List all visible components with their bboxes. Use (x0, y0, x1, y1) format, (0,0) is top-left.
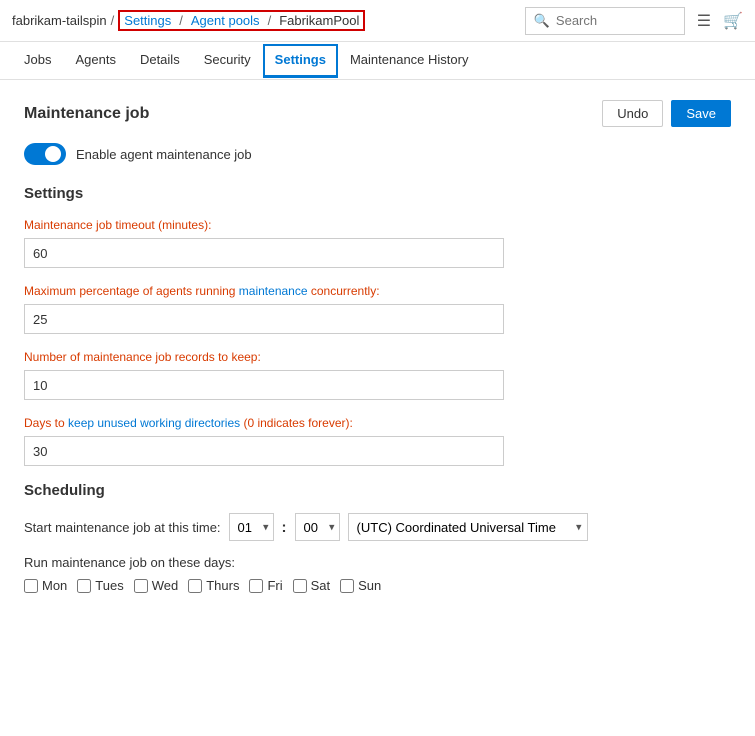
day-label-sun: Sun (358, 578, 381, 593)
checkbox-sat[interactable] (293, 579, 307, 593)
day-sat: Sat (293, 578, 331, 593)
field-days-keep: Days to keep unused working directories … (24, 416, 731, 466)
field-timeout: Maintenance job timeout (minutes): (24, 218, 731, 268)
settings-breadcrumb-link[interactable]: Settings (124, 13, 171, 28)
shopping-bag-button[interactable]: 🛒 (723, 11, 743, 31)
time-colon: : (282, 519, 287, 536)
run-days-label: Run maintenance job on these days: (24, 555, 731, 570)
input-timeout[interactable] (24, 238, 504, 268)
schedule-start-row: Start maintenance job at this time: 0102… (24, 513, 731, 541)
btn-group: Undo Save (602, 100, 731, 127)
search-input[interactable] (556, 13, 666, 28)
tab-bar: Jobs Agents Details Security Settings Ma… (0, 42, 755, 80)
agent-pools-breadcrumb-link[interactable]: Agent pools (191, 13, 260, 28)
day-label-wed: Wed (152, 578, 179, 593)
timezone-select-wrapper: (UTC) Coordinated Universal Time (UTC-05… (348, 513, 588, 541)
days-row: Mon Tues Wed Thurs Fri Sat Sun (24, 578, 731, 593)
minute-select-wrapper: 00153045 (295, 513, 340, 541)
day-label-fri: Fri (267, 578, 282, 593)
day-label-tues: Tues (95, 578, 123, 593)
section-header: Maintenance job Undo Save (24, 100, 731, 127)
checkbox-wed[interactable] (134, 579, 148, 593)
org-name: fabrikam-tailspin (12, 13, 107, 28)
day-label-mon: Mon (42, 578, 67, 593)
save-button[interactable]: Save (671, 100, 731, 127)
toggle-slider (24, 143, 66, 165)
input-max-pct[interactable] (24, 304, 504, 334)
checkbox-sun[interactable] (340, 579, 354, 593)
checkbox-tues[interactable] (77, 579, 91, 593)
minute-select[interactable]: 00153045 (295, 513, 340, 541)
day-mon: Mon (24, 578, 67, 593)
day-tues: Tues (77, 578, 123, 593)
field-records: Number of maintenance job records to kee… (24, 350, 731, 400)
day-label-thurs: Thurs (206, 578, 239, 593)
main-content: Maintenance job Undo Save Enable agent m… (0, 80, 755, 613)
breadcrumb-sep-3: / (268, 13, 272, 28)
day-thurs: Thurs (188, 578, 239, 593)
breadcrumb-sep-1: / (111, 13, 115, 28)
tab-jobs[interactable]: Jobs (12, 44, 63, 78)
section-title: Maintenance job (24, 105, 149, 123)
scheduling-heading: Scheduling (24, 482, 731, 499)
day-fri: Fri (249, 578, 282, 593)
checkbox-thurs[interactable] (188, 579, 202, 593)
tab-settings[interactable]: Settings (263, 44, 338, 78)
day-sun: Sun (340, 578, 381, 593)
label-records: Number of maintenance job records to kee… (24, 350, 731, 364)
breadcrumb-sep-2: / (179, 13, 183, 28)
label-days-keep: Days to keep unused working directories … (24, 416, 731, 430)
list-view-button[interactable]: ☰ (697, 11, 711, 31)
fabrikampool-breadcrumb: FabrikamPool (279, 13, 359, 28)
top-bar-right: 🔍 ☰ 🛒 (525, 7, 743, 35)
label-timeout: Maintenance job timeout (minutes): (24, 218, 731, 232)
tab-agents[interactable]: Agents (63, 44, 127, 78)
checkbox-fri[interactable] (249, 579, 263, 593)
tab-details[interactable]: Details (128, 44, 192, 78)
search-icon: 🔍 (534, 13, 550, 29)
tab-maintenance-history[interactable]: Maintenance History (338, 44, 481, 78)
label-max-pct: Maximum percentage of agents running mai… (24, 284, 731, 298)
toggle-label: Enable agent maintenance job (76, 147, 252, 162)
hour-select-wrapper: 01020304 05060708 09101112 13141516 1718… (229, 513, 274, 541)
input-records[interactable] (24, 370, 504, 400)
maintenance-toggle[interactable] (24, 143, 66, 165)
toggle-row: Enable agent maintenance job (24, 143, 731, 165)
search-box: 🔍 (525, 7, 685, 35)
timezone-select[interactable]: (UTC) Coordinated Universal Time (UTC-05… (348, 513, 588, 541)
hour-select[interactable]: 01020304 05060708 09101112 13141516 1718… (229, 513, 274, 541)
input-days-keep[interactable] (24, 436, 504, 466)
checkbox-mon[interactable] (24, 579, 38, 593)
day-wed: Wed (134, 578, 179, 593)
tab-security[interactable]: Security (192, 44, 263, 78)
undo-button[interactable]: Undo (602, 100, 663, 127)
top-bar: fabrikam-tailspin / Settings / Agent poo… (0, 0, 755, 42)
schedule-start-label: Start maintenance job at this time: (24, 520, 221, 535)
breadcrumb: fabrikam-tailspin / Settings / Agent poo… (12, 10, 365, 31)
settings-section-heading: Settings (24, 185, 731, 202)
day-label-sat: Sat (311, 578, 331, 593)
field-max-pct: Maximum percentage of agents running mai… (24, 284, 731, 334)
